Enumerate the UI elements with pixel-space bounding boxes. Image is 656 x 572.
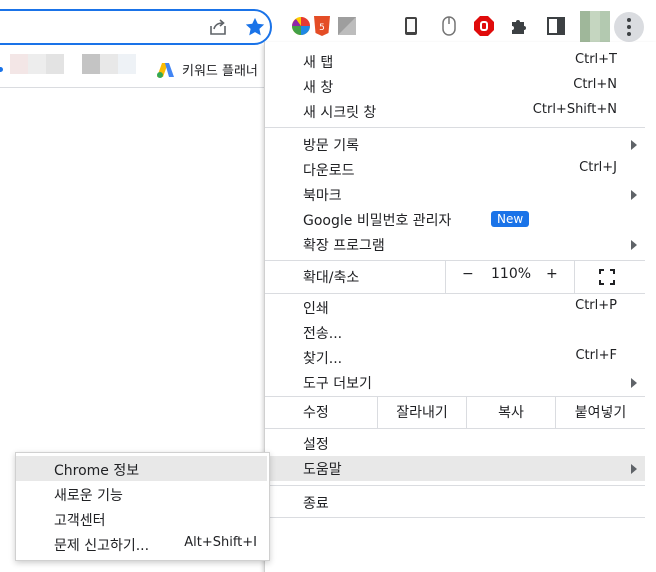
mouse-icon[interactable] [438,15,460,37]
menu-item-shortcut: Ctrl+Shift+N [532,102,617,117]
help-submenu: Chrome 정보 새로운 기능 고객센터 문제 신고하기... Alt+Shi… [15,452,270,561]
submenu-item-label: Chrome 정보 [54,463,140,479]
menu-item-new-tab[interactable]: 새 탭 Ctrl+T [265,49,645,74]
menu-item-shortcut: Ctrl+T [575,52,617,67]
bookmark-label: 키워드 플래너 [182,64,258,79]
bookmark-star-icon[interactable] [244,16,266,38]
fullscreen-icon[interactable] [599,269,615,285]
menu-divider [265,127,645,128]
menu-divider [265,517,645,518]
gray-square-icon[interactable] [336,15,358,37]
menu-item-bookmarks[interactable]: 북마크 [265,182,645,207]
edit-label: 수정 [303,405,329,421]
menu-item-password-manager[interactable]: Google 비밀번호 관리자 New [265,207,645,232]
more-menu-icon[interactable] [614,12,644,42]
menu-item-cast[interactable]: 전송... [265,320,645,345]
menu-item-downloads[interactable]: 다운로드 Ctrl+J [265,157,645,182]
menu-item-settings[interactable]: 설정 [265,431,645,456]
zoom-label: 확대/축소 [303,270,360,286]
new-badge: New [491,211,530,227]
menu-item-label: 도움말 [303,462,342,478]
profile-avatar[interactable] [580,11,610,43]
submenu-arrow-icon [631,240,637,250]
menu-item-shortcut: Ctrl+N [573,77,617,92]
menu-item-history[interactable]: 방문 기록 [265,132,645,157]
submenu-item-label: 새로운 기능 [54,488,123,504]
menu-item-label: 북마크 [303,188,342,204]
bookmark-keyword-planner[interactable]: 키워드 플래너 [156,60,258,79]
menu-item-more-tools[interactable]: 도구 더보기 [265,370,645,395]
submenu-item-about-chrome[interactable]: Chrome 정보 [16,456,267,481]
menu-item-shortcut: Ctrl+J [579,160,617,175]
menu-item-label: 설정 [303,437,329,453]
zoom-out-button[interactable]: − [462,266,474,282]
menu-item-label: 종료 [303,496,329,512]
menu-item-label: 새 탭 [303,55,334,71]
zoom-value: 110% [491,266,532,282]
blurred-bookmarks [10,54,136,74]
menu-item-new-window[interactable]: 새 창 Ctrl+N [265,74,645,99]
cut-button[interactable]: 잘라내기 [378,396,466,428]
menu-item-label: 찾기... [303,351,343,367]
google-ads-icon [157,62,174,78]
menu-item-print[interactable]: 인쇄 Ctrl+P [265,295,645,320]
zoom-in-button[interactable]: + [546,266,558,282]
copy-button[interactable]: 복사 [467,396,555,428]
menu-item-extensions[interactable]: 확장 프로그램 [265,232,645,257]
menu-item-incognito[interactable]: 새 시크릿 창 Ctrl+Shift+N [265,99,645,124]
menu-divider [265,428,645,429]
menu-item-label: 도구 더보기 [303,376,372,392]
submenu-arrow-icon [631,378,637,388]
html5-icon[interactable]: 5 [311,15,333,37]
menu-item-label: 방문 기록 [303,138,359,154]
menu-item-label: 새 시크릿 창 [303,105,377,121]
submenu-item-shortcut: Alt+Shift+I [184,535,257,550]
submenu-arrow-icon [631,190,637,200]
submenu-item-label: 문제 신고하기... [54,538,150,554]
bookmark-dot-icon [0,67,3,72]
menu-divider [265,293,645,294]
submenu-arrow-icon [631,464,637,474]
svg-text:5: 5 [319,23,325,33]
chrome-menu: 새 탭 Ctrl+T 새 창 Ctrl+N 새 시크릿 창 Ctrl+Shift… [264,42,656,572]
submenu-item-report-issue[interactable]: 문제 신고하기... Alt+Shift+I [16,531,267,556]
submenu-arrow-icon [631,140,637,150]
menu-item-label: 전송... [303,326,343,342]
edit-row: 수정 잘라내기 복사 붙여넣기 [265,396,645,428]
zoom-divider [574,261,575,293]
address-bar[interactable] [0,9,272,45]
paste-button[interactable]: 붙여넣기 [556,396,645,428]
phone-icon[interactable] [400,15,422,37]
submenu-item-whats-new[interactable]: 새로운 기능 [16,481,267,506]
menu-item-shortcut: Ctrl+F [575,348,617,363]
zoom-row: 확대/축소 − 110% + [265,261,645,293]
menu-item-find[interactable]: 찾기... Ctrl+F [265,345,645,370]
menu-item-label: 확장 프로그램 [303,238,385,254]
zoom-divider [445,261,446,293]
menu-item-label: 다운로드 [303,163,355,179]
submenu-item-help-center[interactable]: 고객센터 [16,506,267,531]
menu-item-label: 인쇄 [303,301,329,317]
menu-item-shortcut: Ctrl+P [575,298,617,313]
sidepanel-icon[interactable] [545,15,567,37]
menu-item-label: Google 비밀번호 관리자 [303,213,452,229]
puzzle-icon[interactable] [508,15,530,37]
menu-divider [265,485,645,486]
stop-icon[interactable] [473,15,495,37]
menu-item-help[interactable]: 도움말 [265,456,645,481]
color-wheel-icon[interactable] [290,15,312,37]
menu-item-exit[interactable]: 종료 [265,490,645,515]
share-icon[interactable] [208,17,228,37]
submenu-item-label: 고객센터 [54,513,106,529]
menu-item-label: 새 창 [303,80,334,96]
